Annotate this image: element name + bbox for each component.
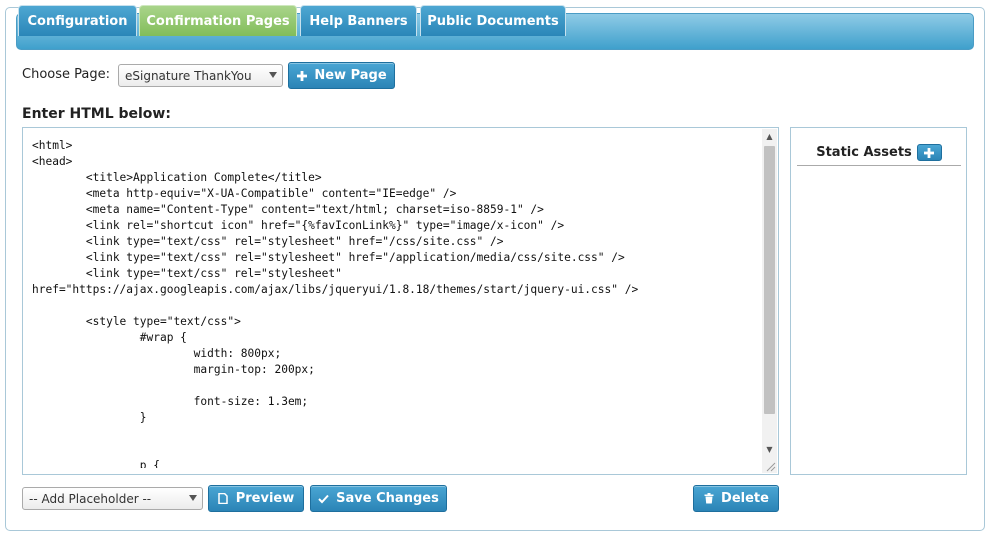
chevron-down-icon xyxy=(269,72,277,78)
html-editor-content[interactable]: <html> <head> <title>Application Complet… xyxy=(23,128,763,468)
tab-public-documents[interactable]: Public Documents xyxy=(420,5,566,36)
choose-page-label: Choose Page: xyxy=(22,67,110,82)
scroll-thumb[interactable] xyxy=(764,146,775,414)
resize-grip-icon[interactable] xyxy=(763,459,777,473)
delete-button[interactable]: Delete xyxy=(693,485,779,512)
preview-label: Preview xyxy=(235,491,295,506)
scroll-down-icon[interactable]: ▼ xyxy=(762,442,777,457)
new-page-label: New Page xyxy=(314,68,387,83)
page-select[interactable]: eSignature ThankYou xyxy=(118,64,283,87)
static-assets-title: Static Assets xyxy=(816,145,912,160)
chevron-down-icon xyxy=(189,495,197,501)
new-page-button[interactable]: New Page xyxy=(288,62,395,89)
scroll-up-icon[interactable]: ▲ xyxy=(762,129,777,144)
add-placeholder-value: -- Add Placeholder -- xyxy=(29,491,152,506)
add-placeholder-select[interactable]: -- Add Placeholder -- xyxy=(22,487,203,510)
html-editor[interactable]: <html> <head> <title>Application Complet… xyxy=(22,127,779,475)
plus-icon xyxy=(924,147,935,158)
tab-label: Help Banners xyxy=(309,13,408,29)
preview-button[interactable]: Preview xyxy=(208,485,304,512)
static-assets-panel: Static Assets xyxy=(790,127,967,475)
tab-help-banners[interactable]: Help Banners xyxy=(300,5,417,36)
tab-label: Configuration xyxy=(27,13,128,29)
trash-icon xyxy=(703,493,714,504)
save-changes-button[interactable]: Save Changes xyxy=(310,485,447,512)
tab-configuration[interactable]: Configuration xyxy=(18,5,137,36)
save-changes-label: Save Changes xyxy=(336,491,439,506)
editor-heading: Enter HTML below: xyxy=(22,106,171,122)
document-icon xyxy=(218,493,229,504)
editor-scrollbar[interactable]: ▲ ▼ xyxy=(762,129,777,473)
static-assets-header: Static Assets xyxy=(797,140,961,166)
page-select-value: eSignature ThankYou xyxy=(125,68,252,83)
add-asset-button[interactable] xyxy=(916,144,942,161)
tab-label: Confirmation Pages xyxy=(146,13,290,29)
tab-confirmation-pages[interactable]: Confirmation Pages xyxy=(139,5,297,36)
checkmark-icon xyxy=(318,493,329,504)
tab-label: Public Documents xyxy=(427,13,559,29)
delete-label: Delete xyxy=(721,491,769,506)
plus-icon xyxy=(296,70,307,81)
